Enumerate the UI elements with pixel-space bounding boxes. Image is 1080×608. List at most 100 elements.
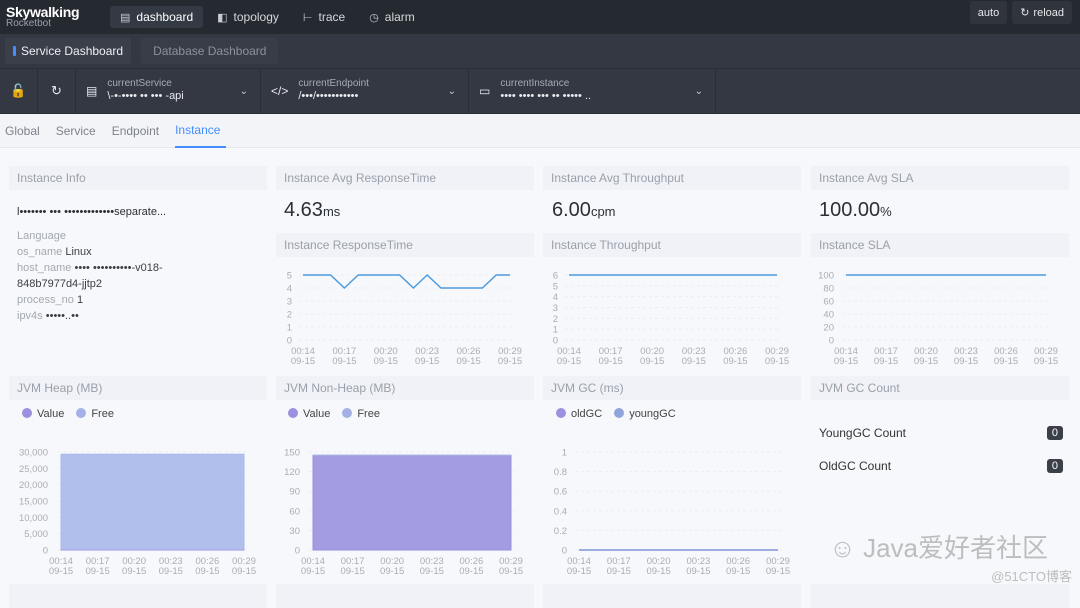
legend-item-free[interactable]: Free — [342, 408, 380, 420]
tab-global[interactable]: Global — [5, 114, 46, 148]
y-tick-label: 0.8 — [554, 467, 567, 478]
legend-item-value[interactable]: Value — [288, 408, 330, 420]
gc-count-label: OldGC Count — [819, 459, 892, 473]
x-tick-time: 00:17 — [333, 346, 357, 357]
x-tick-time: 00:26 — [994, 346, 1018, 357]
x-tick-time: 00:20 — [640, 346, 664, 357]
instance-selector[interactable]: ▭ currentInstance •••• •••• ••• •• ••••• … — [469, 69, 716, 113]
refresh-selectors-button[interactable]: ↻ — [38, 69, 76, 113]
y-tick-label: 30 — [289, 526, 300, 537]
y-tick-label: 4 — [287, 284, 292, 295]
endpoint-selector-value: /•••/••••••••••• — [298, 90, 359, 103]
x-tick-time: 00:14 — [301, 556, 325, 567]
y-tick-label: 0 — [43, 546, 48, 557]
x-tick-date: 09-15 — [726, 566, 750, 577]
x-tick-time: 00:20 — [122, 556, 146, 567]
y-tick-label: 6 — [553, 271, 558, 282]
tab-service[interactable]: Service — [56, 114, 102, 148]
x-tick-time: 00:26 — [726, 556, 750, 567]
y-tick-label: 5 — [553, 281, 558, 292]
legend-item-free[interactable]: Free — [76, 408, 114, 420]
watermark-sub: @51CTO博客 — [991, 569, 1072, 584]
x-tick-date: 09-15 — [456, 356, 480, 367]
x-tick-time: 00:29 — [498, 346, 522, 357]
x-tick-date: 09-15 — [420, 566, 444, 577]
instance-selector-label: currentInstance — [500, 78, 570, 90]
alarm-icon: ◷ — [369, 11, 379, 24]
service-selector[interactable]: ▤ currentService \-•-•••• •• ••• -api ⌄ — [76, 69, 261, 113]
next-card-header — [543, 584, 801, 608]
y-tick-label: 25,000 — [19, 464, 48, 475]
x-tick-date: 09-15 — [85, 566, 109, 577]
y-tick-label: 2 — [287, 310, 292, 321]
x-tick-date: 09-15 — [914, 356, 938, 367]
y-tick-label: 100 — [818, 271, 834, 282]
chevron-down-icon: ⌄ — [447, 85, 456, 97]
info-value: •••••..•• — [45, 310, 79, 322]
nav-dashboard[interactable]: ▤ dashboard — [110, 6, 204, 28]
legend-dot — [614, 408, 625, 418]
x-tick-time: 00:26 — [460, 556, 484, 567]
x-tick-time: 00:20 — [647, 556, 671, 567]
metric-unit: cpm — [590, 204, 616, 219]
nav-label: trace — [318, 10, 346, 24]
x-tick-time: 00:23 — [420, 556, 444, 567]
x-tick-date: 09-15 — [682, 356, 706, 367]
line-responsetime — [303, 273, 510, 290]
nav-trace[interactable]: ⊢ trace — [293, 6, 355, 28]
legend-item-younggc[interactable]: youngGC — [614, 408, 676, 420]
legend-dot — [556, 408, 566, 418]
x-tick-time: 00:17 — [86, 556, 110, 567]
lock-button[interactable]: 🔓 — [0, 69, 38, 113]
avg-sla-value: 100.00% — [819, 199, 892, 222]
next-card-header — [811, 584, 1069, 608]
nav-topology[interactable]: ◧ topology — [207, 6, 289, 28]
instance-info-header: Instance Info — [9, 166, 267, 190]
x-tick-date: 09-15 — [723, 356, 747, 367]
instance-name: l••••••• ••• •••••••••••••separate... — [17, 206, 167, 218]
x-tick-date: 09-15 — [1034, 356, 1058, 367]
y-tick-label: 2 — [553, 314, 558, 325]
info-value: 1 — [76, 294, 84, 306]
y-tick-label: 80 — [823, 284, 834, 295]
x-tick-time: 00:14 — [291, 346, 315, 357]
metric-value: 4.63 — [284, 199, 323, 221]
metric-unit: % — [880, 204, 892, 219]
instance-icon: ▭ — [479, 84, 491, 98]
x-tick-time: 00:29 — [1034, 346, 1058, 357]
top-nav-bar: Skywalking Rocketbot ▤ dashboard ◧ topolog… — [0, 0, 1080, 34]
x-tick-time: 00:14 — [49, 556, 73, 567]
refresh-icon: ↻ — [51, 83, 62, 98]
reload-button[interactable]: ↻ reload — [1012, 1, 1072, 24]
y-tick-label: 1 — [287, 323, 292, 334]
code-icon: </> — [271, 84, 289, 98]
service-dashboard-tab[interactable]: Service Dashboard — [5, 38, 132, 64]
legend-label: Free — [91, 408, 114, 420]
watermark: ☺ Java爱好者社区 — [829, 533, 1048, 563]
x-tick-date: 09-15 — [994, 356, 1018, 367]
gc-count-label: YoungGC Count — [819, 426, 906, 440]
service-selector-value: \-•-•••• •• ••• -api — [107, 90, 184, 103]
tab-endpoint[interactable]: Endpoint — [112, 114, 165, 148]
legend-item-oldgc[interactable]: oldGC — [556, 408, 602, 420]
auto-refresh-button[interactable]: auto — [969, 1, 1008, 24]
x-tick-date: 09-15 — [766, 566, 790, 577]
x-tick-date: 09-15 — [232, 566, 256, 577]
area-free — [60, 453, 245, 550]
info-key: Language — [17, 230, 66, 242]
y-tick-label: 3 — [287, 297, 292, 308]
legend-dot — [342, 408, 353, 418]
database-dashboard-tab[interactable]: Database Dashboard — [141, 38, 279, 64]
nav-alarm[interactable]: ◷ alarm — [359, 6, 425, 28]
gc-legend: oldGC youngGC — [556, 408, 676, 420]
y-tick-label: 5,000 — [24, 529, 48, 540]
x-tick-time: 00:23 — [415, 346, 439, 357]
x-tick-date: 09-15 — [598, 356, 622, 367]
y-tick-label: 120 — [284, 467, 300, 478]
tab-instance[interactable]: Instance — [175, 114, 227, 148]
endpoint-selector[interactable]: </> currentEndpoint/•••/••••••••••• ⌄ — [261, 69, 469, 113]
x-tick-time: 00:29 — [499, 556, 523, 567]
avg-throughput-value: 6.00cpm — [552, 199, 616, 222]
legend-item-value[interactable]: Value — [22, 408, 64, 420]
logo-title: Skywalking — [6, 4, 80, 20]
